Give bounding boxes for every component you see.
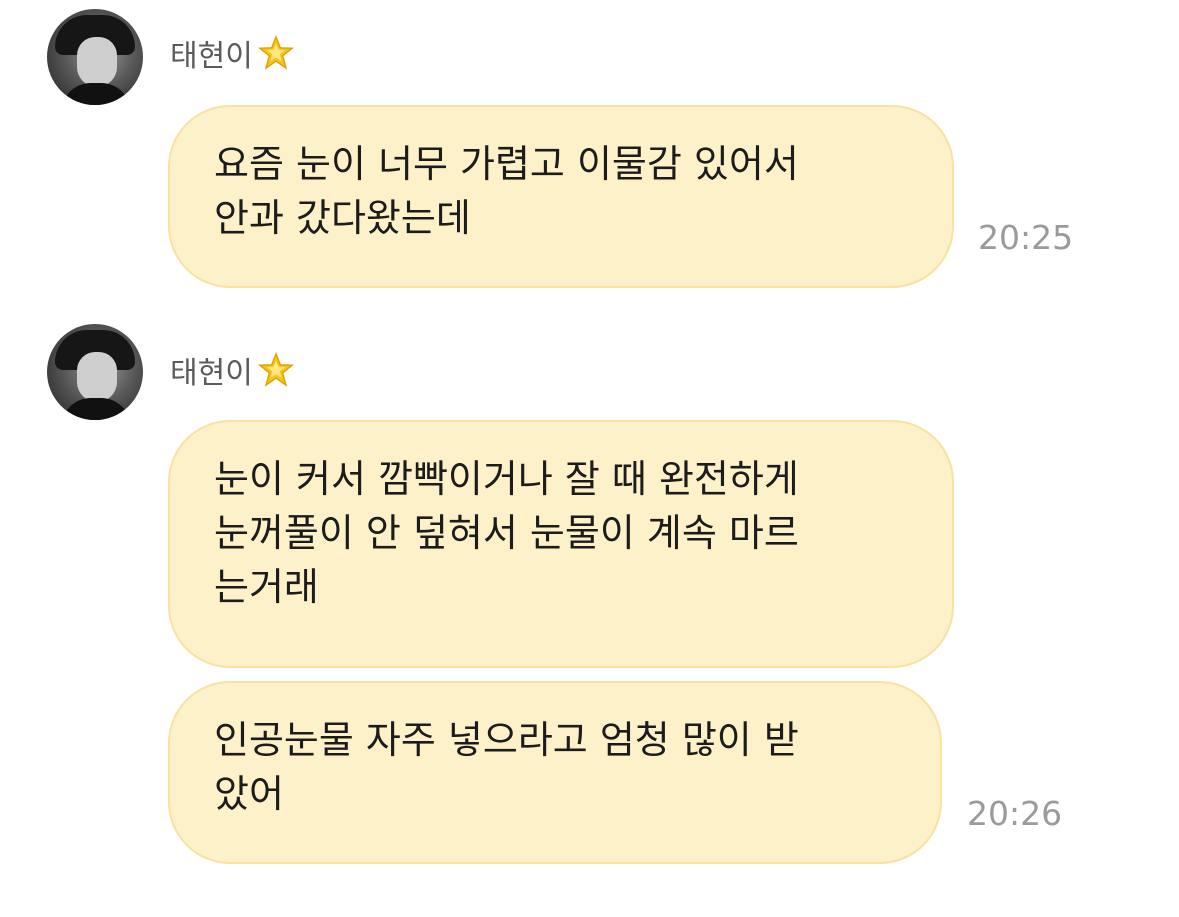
sender-name-row: 태현이 (170, 350, 295, 391)
message-time: 20:25 (978, 218, 1074, 257)
avatar[interactable] (47, 324, 143, 420)
message-bubble[interactable]: 요즘 눈이 너무 가렵고 이물감 있어서 안과 갔다왔는데 (168, 105, 954, 288)
message-bubble[interactable]: 눈이 커서 깜빡이거나 잘 때 완전하게 눈꺼풀이 안 덮혀서 눈물이 계속 마… (168, 420, 954, 668)
star-icon (257, 351, 294, 387)
avatar[interactable] (47, 9, 143, 105)
sender-name-row: 태현이 (170, 33, 295, 74)
message-time: 20:26 (967, 794, 1063, 833)
sender-name: 태현이 (170, 39, 253, 74)
message-bubble[interactable]: 인공눈물 자주 넣으라고 엄청 많이 받 았어 (168, 681, 942, 864)
star-icon (257, 34, 294, 70)
sender-name: 태현이 (170, 356, 253, 391)
